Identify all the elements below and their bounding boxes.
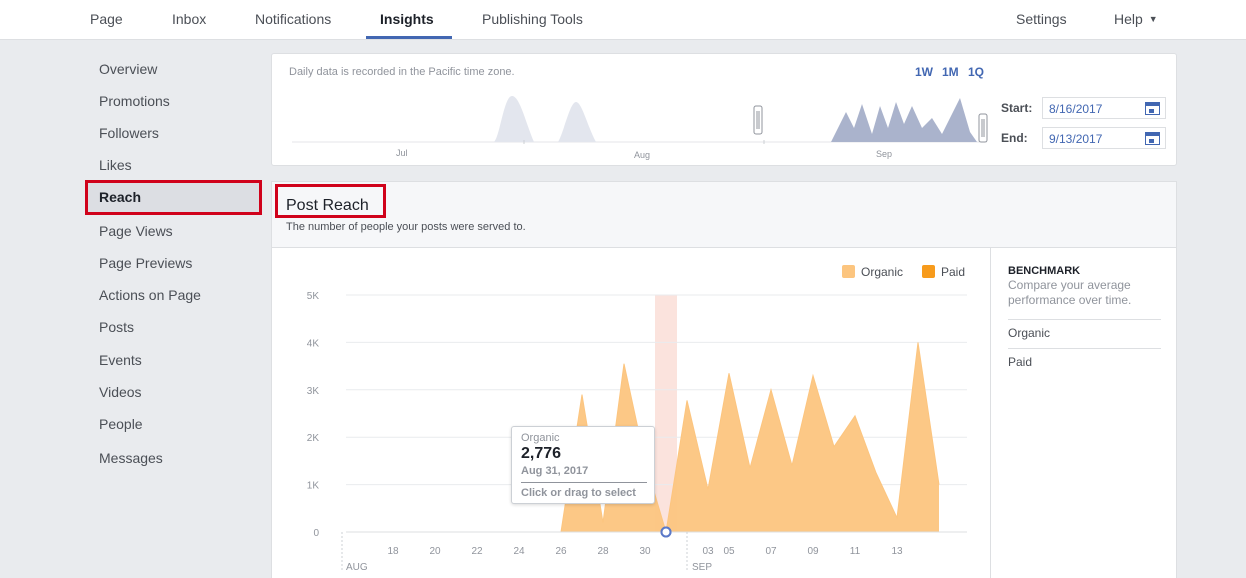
mini-timeline[interactable]: Jul Aug Sep <box>272 84 992 166</box>
calendar-icon[interactable] <box>1145 102 1160 115</box>
benchmark-panel: BENCHMARK Compare your average performan… <box>990 248 1176 578</box>
end-date-label: End: <box>1001 131 1028 145</box>
tooltip-value: 2,776 <box>521 445 562 462</box>
sidebar-item-people[interactable]: People <box>99 416 143 432</box>
nav-help[interactable]: Help ▼ <box>1114 11 1158 27</box>
x-tick-label: 24 <box>513 546 525 557</box>
nav-publishing-tools[interactable]: Publishing Tools <box>482 11 583 27</box>
post-reach-highlight-box <box>275 184 386 218</box>
y-tick-label: 4K <box>307 338 320 349</box>
nav-page[interactable]: Page <box>90 11 123 27</box>
timeline-end-handle <box>978 113 988 143</box>
x-axis-layer: 18 20 22 24 26 28 30 03 05 07 09 11 13 AUG SEP <box>341 531 967 573</box>
x-tick-label: 13 <box>891 546 903 557</box>
y-tick-label: 5K <box>307 291 320 302</box>
timezone-note: Daily data is recorded in the Pacific ti… <box>289 66 515 78</box>
post-reach-header: Post Reach The number of people your pos… <box>272 182 1176 248</box>
nav-settings[interactable]: Settings <box>1016 11 1067 27</box>
benchmark-description: Compare your average performance over ti… <box>1008 278 1132 307</box>
timeline-peak-2 <box>558 102 596 142</box>
x-tick-label: 03 <box>702 546 714 557</box>
chart-legend: Organic Paid <box>842 265 965 279</box>
range-1q-button[interactable]: 1Q <box>968 65 984 79</box>
start-date-field[interactable]: 8/16/2017 <box>1042 97 1166 119</box>
x-tick-label: 07 <box>765 546 777 557</box>
y-tick-label: 2K <box>307 433 320 444</box>
calendar-icon[interactable] <box>1145 132 1160 145</box>
benchmark-paid-label: Paid <box>1008 355 1033 369</box>
timeline-selected-range <box>831 98 977 142</box>
end-date-field[interactable]: 9/13/2017 <box>1042 127 1166 149</box>
y-tick-label: 3K <box>307 386 320 397</box>
sidebar-item-videos[interactable]: Videos <box>99 384 142 400</box>
benchmark-organic-label: Organic <box>1008 326 1051 340</box>
nav-notifications[interactable]: Notifications <box>255 11 331 27</box>
y-tick-label: 0 <box>313 528 319 539</box>
marker-layer <box>660 526 672 538</box>
range-1m-button[interactable]: 1M <box>942 65 959 79</box>
legend-swatch-organic <box>842 265 855 278</box>
x-tick-label: 28 <box>597 546 609 557</box>
benchmark-option-organic[interactable]: Organic <box>1008 319 1161 340</box>
post-reach-subtitle: The number of people your posts were ser… <box>286 221 526 233</box>
x-tick-label: 20 <box>429 546 441 557</box>
post-reach-chart[interactable]: 0 1K 2K 3K 4K 5K 18 20 22 24 26 28 30 03 05 07 09 11 13 AU… <box>272 248 990 578</box>
reach-highlight-box <box>85 180 262 215</box>
caret-down-icon: ▼ <box>1148 14 1158 24</box>
sidebar-item-events[interactable]: Events <box>99 352 142 368</box>
x-tick-label: 26 <box>555 546 567 557</box>
sidebar-item-promotions[interactable]: Promotions <box>99 93 170 109</box>
sidebar-item-followers[interactable]: Followers <box>99 125 159 141</box>
date-range-panel: Daily data is recorded in the Pacific ti… <box>271 53 1177 166</box>
start-date-value: 8/16/2017 <box>1049 102 1103 116</box>
benchmark-option-paid[interactable]: Paid <box>1008 348 1161 369</box>
y-tick-label: 1K <box>307 481 320 492</box>
post-reach-panel: Post Reach The number of people your pos… <box>271 181 1177 578</box>
timeline-month-aug: Aug <box>634 150 650 160</box>
month-label-sep: SEP <box>692 562 712 573</box>
nav-insights[interactable]: Insights <box>380 11 434 27</box>
x-tick-label: 22 <box>471 546 483 557</box>
tooltip-series: Organic <box>521 432 560 444</box>
sidebar-item-overview[interactable]: Overview <box>99 61 157 77</box>
x-tick-label: 09 <box>807 546 819 557</box>
tooltip-action-hint: Click or drag to select <box>521 487 636 499</box>
benchmark-title: BENCHMARK <box>1008 265 1081 277</box>
sidebar-item-page-views[interactable]: Page Views <box>99 223 173 239</box>
active-tab-indicator <box>366 36 452 39</box>
legend-label-organic[interactable]: Organic <box>861 265 903 279</box>
sidebar-item-page-previews[interactable]: Page Previews <box>99 255 192 271</box>
x-tick-label: 30 <box>639 546 651 557</box>
timeline-peak-1 <box>494 96 534 142</box>
nav-help-label: Help <box>1114 11 1143 27</box>
sidebar-item-messages[interactable]: Messages <box>99 450 163 466</box>
range-1w-button[interactable]: 1W <box>915 65 933 79</box>
sidebar-item-posts[interactable]: Posts <box>99 319 134 335</box>
selection-marker-bottom <box>660 526 672 538</box>
start-date-label: Start: <box>1001 101 1033 115</box>
nav-inbox[interactable]: Inbox <box>172 11 206 27</box>
x-tick-label: 05 <box>723 546 735 557</box>
end-date-value: 9/13/2017 <box>1049 132 1103 146</box>
month-label-aug: AUG <box>346 562 368 573</box>
top-navigation: Page Inbox Notifications Insights Publis… <box>0 0 1246 40</box>
timeline-month-jul: Jul <box>396 148 408 158</box>
legend-label-paid[interactable]: Paid <box>941 265 965 279</box>
sidebar-item-likes[interactable]: Likes <box>99 157 132 173</box>
sidebar-item-actions-on-page[interactable]: Actions on Page <box>99 287 201 303</box>
chart-tooltip: Organic 2,776 Aug 31, 2017 Click or drag… <box>511 426 655 504</box>
timeline-start-handle <box>753 105 763 135</box>
legend-swatch-paid <box>922 265 935 278</box>
timeline-month-sep: Sep <box>876 149 892 159</box>
tooltip-date: Aug 31, 2017 <box>521 465 589 477</box>
x-tick-label: 18 <box>387 546 399 557</box>
tooltip-divider <box>521 482 647 483</box>
x-tick-label: 11 <box>850 546 861 557</box>
